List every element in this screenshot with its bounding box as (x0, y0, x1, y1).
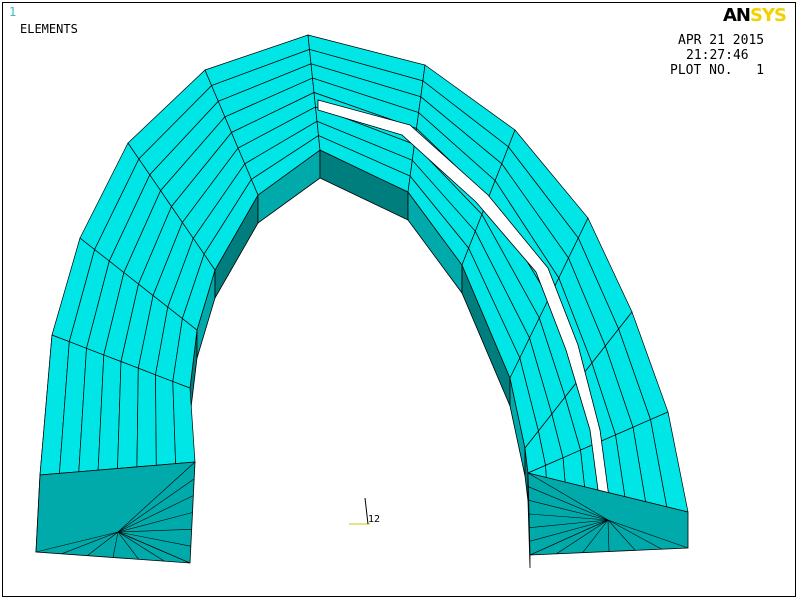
element-face-0-5 (136, 367, 157, 468)
plot-time: 21:27:46 (686, 48, 749, 63)
plot-number: PLOT NO. 1 (670, 63, 764, 78)
logo-an: AN (723, 5, 751, 26)
element-face-0-4 (117, 360, 139, 469)
graphics-window[interactable]: 1 ELEMENTS ANSYS APR 21 2015 21:27:46 PL… (0, 0, 800, 601)
element-cap-left (35, 461, 196, 564)
plot-date: APR 21 2015 (678, 33, 765, 48)
element-faces-layer (35, 34, 689, 564)
logo-sys: SYS (750, 5, 787, 26)
element-face-0-6 (155, 374, 176, 466)
global-triad (349, 497, 370, 525)
element-plot (35, 34, 689, 569)
window-number: 1 (9, 5, 17, 19)
triad-label: 12 (368, 514, 381, 525)
plot-type-label: ELEMENTS (20, 22, 78, 36)
ansys-logo: ANSYS (723, 5, 787, 26)
